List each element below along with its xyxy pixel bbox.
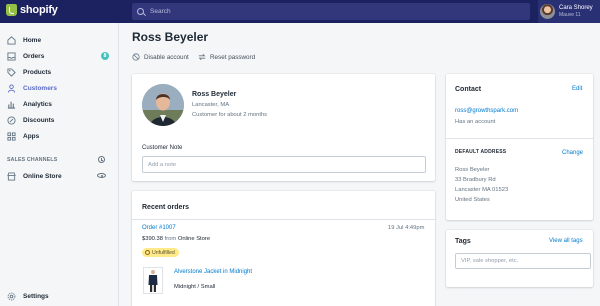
divider <box>446 138 593 139</box>
sidebar-item-label: Discounts <box>23 116 55 124</box>
tags-input[interactable] <box>455 253 591 269</box>
change-address-link[interactable]: Change <box>562 150 583 156</box>
customer-note-label: Customer Note <box>142 145 183 151</box>
apps-icon <box>7 131 16 141</box>
address-line: Lancaster MA 01523 <box>455 187 509 193</box>
sidebar-item-settings[interactable]: Settings <box>0 288 119 304</box>
address-line: 33 Bradbury Rd <box>455 177 496 183</box>
orders-icon <box>7 51 16 61</box>
sidebar-item-apps[interactable]: Apps <box>0 128 119 144</box>
sales-channels-heading: SALES CHANNELS <box>7 157 58 163</box>
search-bar <box>132 3 530 20</box>
add-channel-icon[interactable] <box>98 156 105 163</box>
default-address-heading: DEFAULT ADDRESS <box>455 149 507 155</box>
contact-heading: Contact <box>455 86 482 93</box>
user-info: Cara Shorey Mauve 11 <box>559 5 593 18</box>
user-name: Cara Shorey <box>559 5 593 11</box>
sidebar-item-label: Customers <box>23 84 57 92</box>
sidebar-item-label: Apps <box>23 132 40 140</box>
address-line: United States <box>455 197 490 203</box>
block-icon <box>132 53 140 61</box>
tags-card: Tags View all tags <box>446 230 593 287</box>
customer-card: Ross Beyeler Lancaster, MA Customer for … <box>132 74 435 181</box>
contact-card: Contact Edit ross@growthspark.com Has an… <box>446 74 593 220</box>
status-label: Unfulfilled <box>152 249 175 256</box>
order-source: Online Store <box>177 236 211 242</box>
user-menu[interactable]: Cara Shorey Mauve 11 <box>538 0 600 23</box>
sidebar-item-label: Orders <box>23 52 45 60</box>
page-title: Ross Beyeler <box>132 30 209 44</box>
store-icon <box>7 171 16 181</box>
edit-contact-link[interactable]: Edit <box>572 86 582 92</box>
recent-orders-card: Recent orders Order #1007 19 Jul 4:49pm … <box>132 191 435 306</box>
customer-since: Customer for about 2 months <box>192 112 268 118</box>
tag-icon <box>7 67 16 77</box>
sidebar-item-label: Online Store <box>23 172 62 180</box>
view-all-tags-link[interactable]: View all tags <box>549 238 583 244</box>
status-badge: Unfulfilled <box>142 248 179 257</box>
customer-location: Lancaster, MA <box>192 102 230 108</box>
product-link[interactable]: Alverstone Jacket in Midnight <box>174 269 252 275</box>
shopify-logo[interactable]: shopify <box>6 4 58 16</box>
order-amount: $390.38 <box>142 236 163 242</box>
order-link[interactable]: Order #1007 <box>142 225 176 231</box>
reset-password-button[interactable]: Reset password <box>198 53 255 61</box>
customer-email-link[interactable]: ross@growthspark.com <box>455 108 518 114</box>
discount-icon <box>7 115 16 125</box>
gear-icon <box>7 292 16 300</box>
customer-photo <box>142 84 184 126</box>
sidebar-item-label: Products <box>23 68 52 76</box>
disable-account-button[interactable]: Disable account <box>132 53 189 61</box>
sidebar-item-customers[interactable]: Customers <box>0 80 119 96</box>
unfulfilled-icon <box>145 250 150 255</box>
sidebar-item-discounts[interactable]: Discounts <box>0 112 119 128</box>
product-thumbnail[interactable] <box>143 267 163 294</box>
sidebar-item-home[interactable]: Home <box>0 32 119 48</box>
search-icon <box>137 8 144 15</box>
order-from: from <box>164 236 177 242</box>
recent-orders-heading: Recent orders <box>142 204 190 211</box>
sidebar: Home Orders 8 Products Customers Analyti… <box>0 23 119 306</box>
refresh-icon <box>198 53 206 61</box>
divider <box>132 219 435 220</box>
sidebar-item-analytics[interactable]: Analytics <box>0 96 119 112</box>
sidebar-item-products[interactable]: Products <box>0 64 119 80</box>
tags-heading: Tags <box>455 238 471 245</box>
view-store-eye-icon[interactable] <box>97 173 106 178</box>
shopping-bag-icon <box>6 4 17 16</box>
order-total-line: $390.38 from Online Store <box>142 236 210 242</box>
address-line: Ross Beyeler <box>455 167 490 173</box>
sidebar-item-label: Analytics <box>23 100 52 108</box>
user-shop: Mauve 11 <box>559 12 581 18</box>
account-status: Has an account <box>455 119 496 125</box>
person-icon <box>7 83 16 93</box>
reset-password-label: Reset password <box>210 53 256 61</box>
disable-account-label: Disable account <box>144 53 189 61</box>
top-bar: shopify Cara Shorey Mauve 11 <box>0 0 600 23</box>
sidebar-item-label: Settings <box>23 292 49 300</box>
bar-chart-icon <box>7 101 16 109</box>
avatar <box>540 4 555 19</box>
logo-text: shopify <box>20 4 58 16</box>
orders-count-badge: 8 <box>101 52 109 60</box>
sidebar-item-label: Home <box>23 36 42 44</box>
order-date: 19 Jul 4:49pm <box>388 225 425 231</box>
search-input[interactable] <box>150 8 510 15</box>
customer-name: Ross Beyeler <box>192 91 237 98</box>
product-variant: Midnight / Small <box>174 284 216 290</box>
sidebar-item-orders[interactable]: Orders 8 <box>0 48 119 64</box>
home-icon <box>7 35 16 45</box>
customer-note-input[interactable] <box>142 156 426 173</box>
